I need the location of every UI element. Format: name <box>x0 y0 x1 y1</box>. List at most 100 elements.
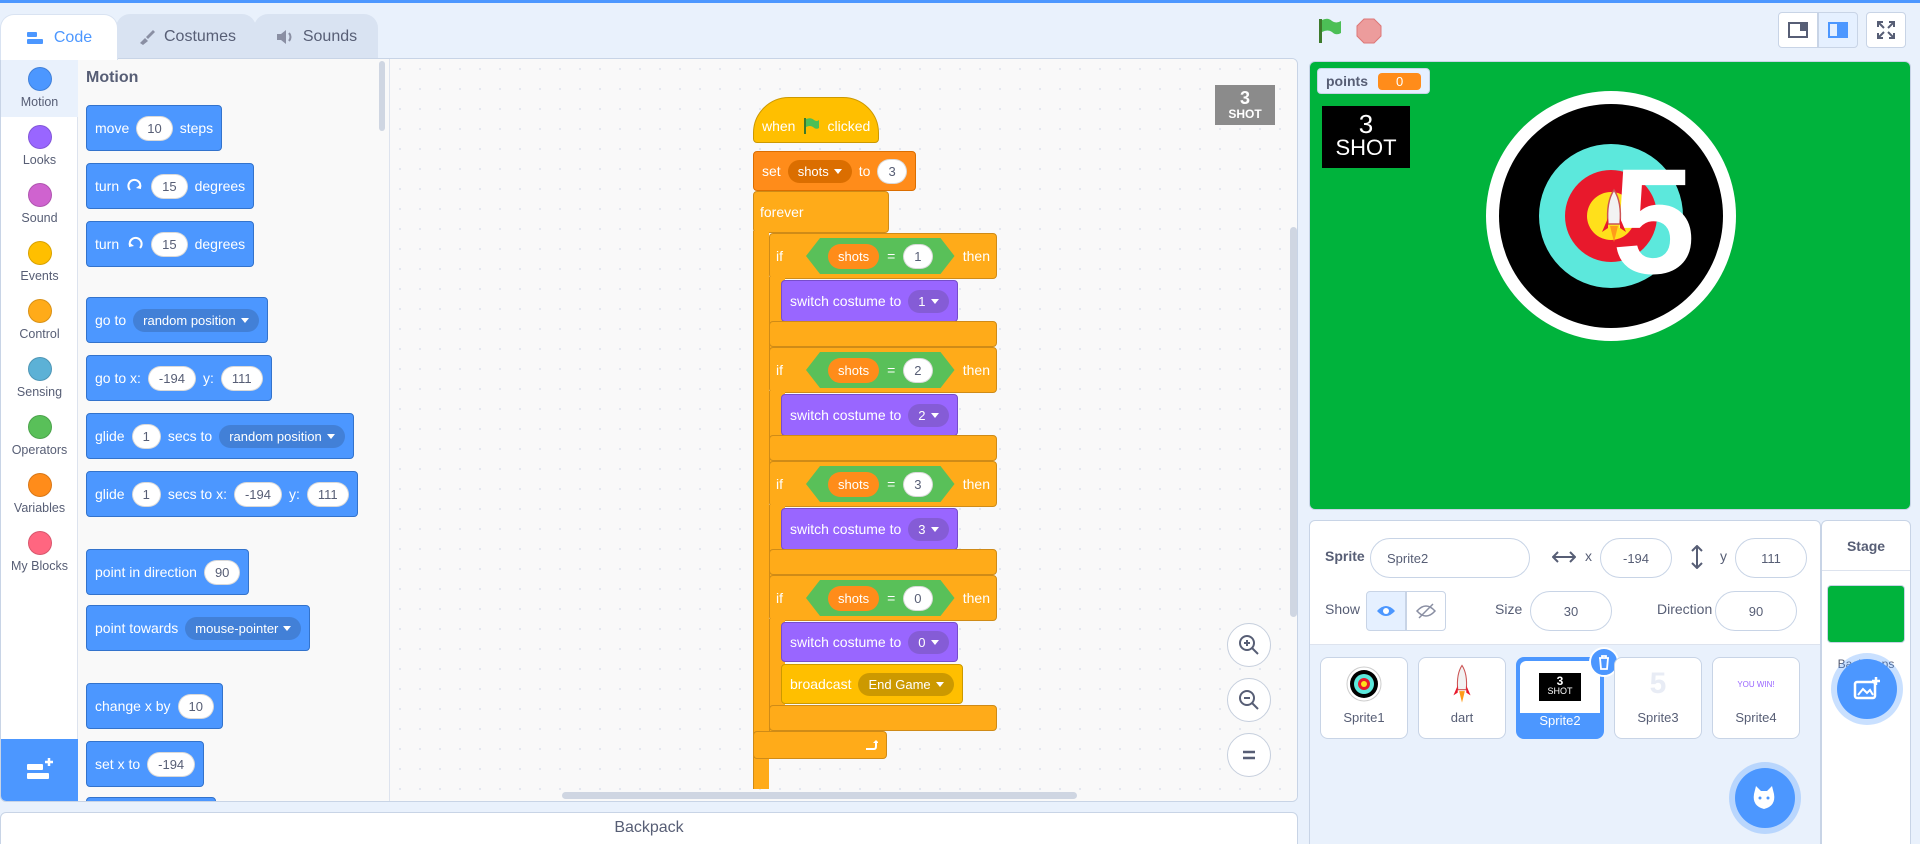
block-turn-right[interactable]: turn 15 degrees <box>86 163 255 209</box>
chevron-down-icon <box>283 625 292 631</box>
block-switch-costume-3[interactable]: switch costume to 3 <box>781 508 958 550</box>
sprite-tile-sprite3[interactable]: 5 Sprite3 <box>1614 657 1702 739</box>
block-forever[interactable]: forever <box>753 191 889 233</box>
block-text: degrees <box>194 178 246 194</box>
zoom-reset-button[interactable] <box>1227 733 1271 777</box>
number-input[interactable]: -194 <box>147 751 196 777</box>
target-dropdown[interactable]: mouse-pointer <box>185 616 302 640</box>
green-flag-button[interactable] <box>1314 16 1344 46</box>
target-dropdown[interactable]: random position <box>219 424 345 448</box>
number-input[interactable]: 15 <box>151 173 188 199</box>
value-input[interactable]: 2 <box>903 358 932 383</box>
sprite-tile-sprite1[interactable]: Sprite1 <box>1320 657 1408 739</box>
block-switch-costume-4[interactable]: switch costume to 0 <box>781 622 958 662</box>
y-input[interactable]: 111 <box>1735 538 1807 578</box>
number-input[interactable]: 10 <box>136 115 173 141</box>
number-input[interactable]: 1 <box>131 481 161 507</box>
block-go-to-xy[interactable]: go to x: -194 y: 111 <box>86 355 272 401</box>
stage-selector[interactable]: Stage Backdrops 1 <box>1821 520 1911 844</box>
category-control[interactable]: Control <box>1 291 78 349</box>
small-stage-button[interactable] <box>1778 12 1818 48</box>
variable-dropdown[interactable]: shots <box>787 159 852 183</box>
category-sensing[interactable]: Sensing <box>1 349 78 407</box>
show-visible-button[interactable] <box>1366 591 1406 631</box>
x-input[interactable]: -194 <box>1600 538 1672 578</box>
sprite-tile-sprite4[interactable]: YOU WIN! Sprite4 <box>1712 657 1800 739</box>
value-input[interactable]: 0 <box>903 586 932 611</box>
sprite-name-input[interactable]: Sprite2 <box>1370 538 1530 578</box>
block-when-flag-clicked[interactable]: when clicked <box>753 97 880 143</box>
target-dropdown[interactable]: random position <box>133 308 259 332</box>
block-glide-xy[interactable]: glide 1 secs to x: -194 y: 111 <box>86 471 358 517</box>
zoom-out-button[interactable] <box>1227 678 1271 722</box>
equals-operator-2[interactable]: shots = 2 <box>806 352 955 388</box>
tab-code[interactable]: Code <box>0 14 118 60</box>
message-dropdown[interactable]: End Game <box>858 672 954 696</box>
fullscreen-button[interactable] <box>1866 12 1906 48</box>
stop-button[interactable] <box>1356 18 1382 44</box>
script-workspace[interactable]: 3 SHOT when clicked set shots to 3 foreve… <box>390 59 1297 801</box>
dart-rocket-icon[interactable] <box>1600 188 1628 244</box>
variable-reporter[interactable]: shots <box>828 244 879 269</box>
y-input[interactable]: 111 <box>306 481 349 507</box>
tab-costumes[interactable]: Costumes <box>116 14 256 58</box>
shot-counter-sprite[interactable]: 3 SHOT <box>1322 106 1410 168</box>
equals-operator-3[interactable]: shots = 3 <box>806 466 955 502</box>
costume-dropdown[interactable]: 2 <box>908 403 949 427</box>
category-looks[interactable]: Looks <box>1 117 78 175</box>
equals-operator-1[interactable]: shots = 1 <box>806 238 955 274</box>
sprite-tile-dart[interactable]: dart <box>1418 657 1506 739</box>
block-broadcast[interactable]: broadcast End Game <box>781 664 963 704</box>
tab-sounds[interactable]: Sounds <box>254 14 378 58</box>
block-move[interactable]: move 10 steps <box>86 105 223 151</box>
block-set-variable[interactable]: set shots to 3 <box>753 151 916 191</box>
block-turn-left[interactable]: turn 15 degrees <box>86 221 255 267</box>
large-stage-button[interactable] <box>1818 12 1858 48</box>
block-go-to[interactable]: go to random position <box>86 297 268 343</box>
x-input[interactable]: -194 <box>147 365 196 391</box>
block-switch-costume-2[interactable]: switch costume to 2 <box>781 394 958 436</box>
block-point-in-direction[interactable]: point in direction 90 <box>86 549 250 595</box>
number-input[interactable]: 90 <box>203 559 241 585</box>
category-my-blocks[interactable]: My Blocks <box>1 523 78 581</box>
add-backdrop-button[interactable] <box>1837 659 1897 719</box>
backpack[interactable]: Backpack <box>0 812 1298 844</box>
value-input[interactable]: 1 <box>903 244 932 269</box>
costume-dropdown[interactable]: 3 <box>908 517 949 541</box>
variable-reporter[interactable]: shots <box>828 586 879 611</box>
backdrop-thumbnail[interactable] <box>1827 585 1905 643</box>
category-events[interactable]: Events <box>1 233 78 291</box>
workspace-vertical-scrollbar[interactable] <box>1290 227 1297 617</box>
costume-dropdown[interactable]: 1 <box>908 289 949 313</box>
category-sound[interactable]: Sound <box>1 175 78 233</box>
block-glide[interactable]: glide 1 secs to random position <box>86 413 354 459</box>
direction-input[interactable]: 90 <box>1715 591 1797 631</box>
add-extension-button[interactable] <box>1 739 78 801</box>
y-input[interactable]: 111 <box>220 365 263 391</box>
variable-reporter[interactable]: shots <box>828 472 879 497</box>
add-sprite-button[interactable] <box>1735 768 1795 828</box>
show-hidden-button[interactable] <box>1406 591 1446 631</box>
category-variables[interactable]: Variables <box>1 465 78 523</box>
value-input[interactable]: 3 <box>903 472 932 497</box>
size-input[interactable]: 30 <box>1530 591 1612 631</box>
zoom-in-button[interactable] <box>1227 623 1271 667</box>
block-switch-costume-1[interactable]: switch costume to 1 <box>781 280 958 322</box>
palette-scrollbar[interactable] <box>379 61 385 131</box>
equals-operator-4[interactable]: shots = 0 <box>806 580 955 616</box>
variable-reporter[interactable]: shots <box>828 358 879 383</box>
block-set-x[interactable]: set x to -194 <box>86 741 205 787</box>
block-point-towards[interactable]: point towards mouse-pointer <box>86 605 311 651</box>
workspace-horizontal-scrollbar[interactable] <box>562 792 1077 799</box>
number-input[interactable]: 10 <box>177 693 214 719</box>
category-motion[interactable]: Motion <box>1 59 78 117</box>
x-input[interactable]: -194 <box>233 481 282 507</box>
stage-canvas[interactable]: points 0 3 SHOT 5 <box>1309 61 1911 510</box>
value-input[interactable]: 3 <box>877 158 907 184</box>
number-input[interactable]: 1 <box>131 423 161 449</box>
costume-dropdown[interactable]: 0 <box>908 630 949 654</box>
number-input[interactable]: 15 <box>151 231 188 257</box>
block-partial[interactable] <box>86 797 216 801</box>
block-change-x[interactable]: change x by 10 <box>86 683 223 729</box>
category-operators[interactable]: Operators <box>1 407 78 465</box>
